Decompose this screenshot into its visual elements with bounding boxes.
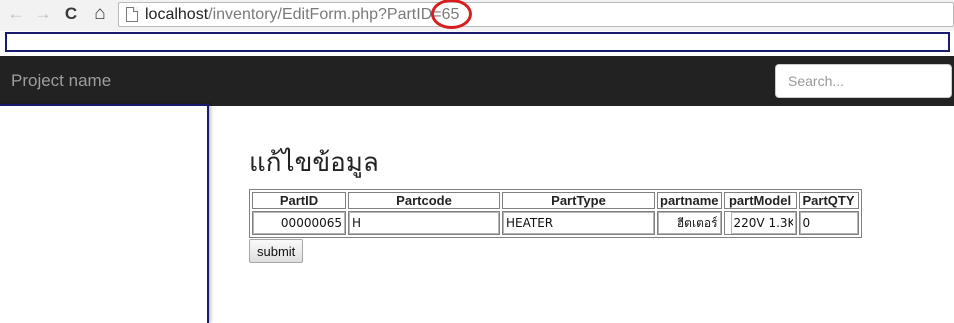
reload-icon[interactable]: C	[61, 4, 81, 24]
col-partid: PartID	[252, 192, 346, 209]
url-text: localhost/inventory/EditForm.php?PartID=…	[145, 4, 459, 26]
partid-field[interactable]	[253, 212, 345, 234]
cell-parttype	[502, 211, 655, 235]
top-navbar: Project name	[0, 56, 954, 106]
cell-partqty	[798, 211, 859, 235]
partcode-field[interactable]	[349, 212, 499, 234]
parttype-field[interactable]	[503, 212, 654, 234]
cell-partcode	[348, 211, 500, 235]
page: ← → C ⌂ localhost/inventory/EditForm.php…	[0, 0, 954, 323]
home-icon[interactable]: ⌂	[90, 3, 110, 24]
address-bar[interactable]: localhost/inventory/EditForm.php?PartID=…	[118, 2, 954, 27]
partqty-field[interactable]	[799, 212, 858, 234]
partmodel-field[interactable]	[730, 212, 796, 234]
page-title: แก้ไขข้อมูล	[249, 148, 379, 178]
search-input[interactable]	[775, 64, 952, 98]
url-path: /inventory/EditForm.php?PartID=65	[208, 6, 460, 23]
table-header-row: PartID Partcode PartType partname partMo…	[252, 192, 859, 209]
col-partname: partname	[657, 192, 722, 209]
col-partcode: Partcode	[348, 192, 500, 209]
brand-link[interactable]: Project name	[11, 70, 111, 92]
submit-button[interactable]: submit	[249, 239, 304, 263]
col-partqty: PartQTY	[798, 192, 859, 209]
url-host: localhost	[145, 6, 209, 23]
browser-toolbar: ← → C ⌂ localhost/inventory/EditForm.php…	[0, 0, 954, 31]
forward-arrow-icon[interactable]: →	[33, 4, 53, 24]
table-row	[252, 211, 859, 235]
bookmarks-bar	[5, 32, 950, 52]
col-partmodel: partModel	[723, 192, 797, 209]
cell-partmodel	[723, 211, 797, 235]
sidebar	[0, 104, 209, 323]
cell-partid	[252, 211, 346, 235]
cell-partname	[657, 211, 722, 235]
highlight-circle	[431, 0, 472, 29]
partname-field[interactable]	[658, 212, 721, 234]
edit-table: PartID Partcode PartType partname partMo…	[249, 189, 862, 238]
page-icon	[126, 7, 138, 22]
back-arrow-icon[interactable]: ←	[6, 4, 26, 24]
col-parttype: PartType	[502, 192, 655, 209]
